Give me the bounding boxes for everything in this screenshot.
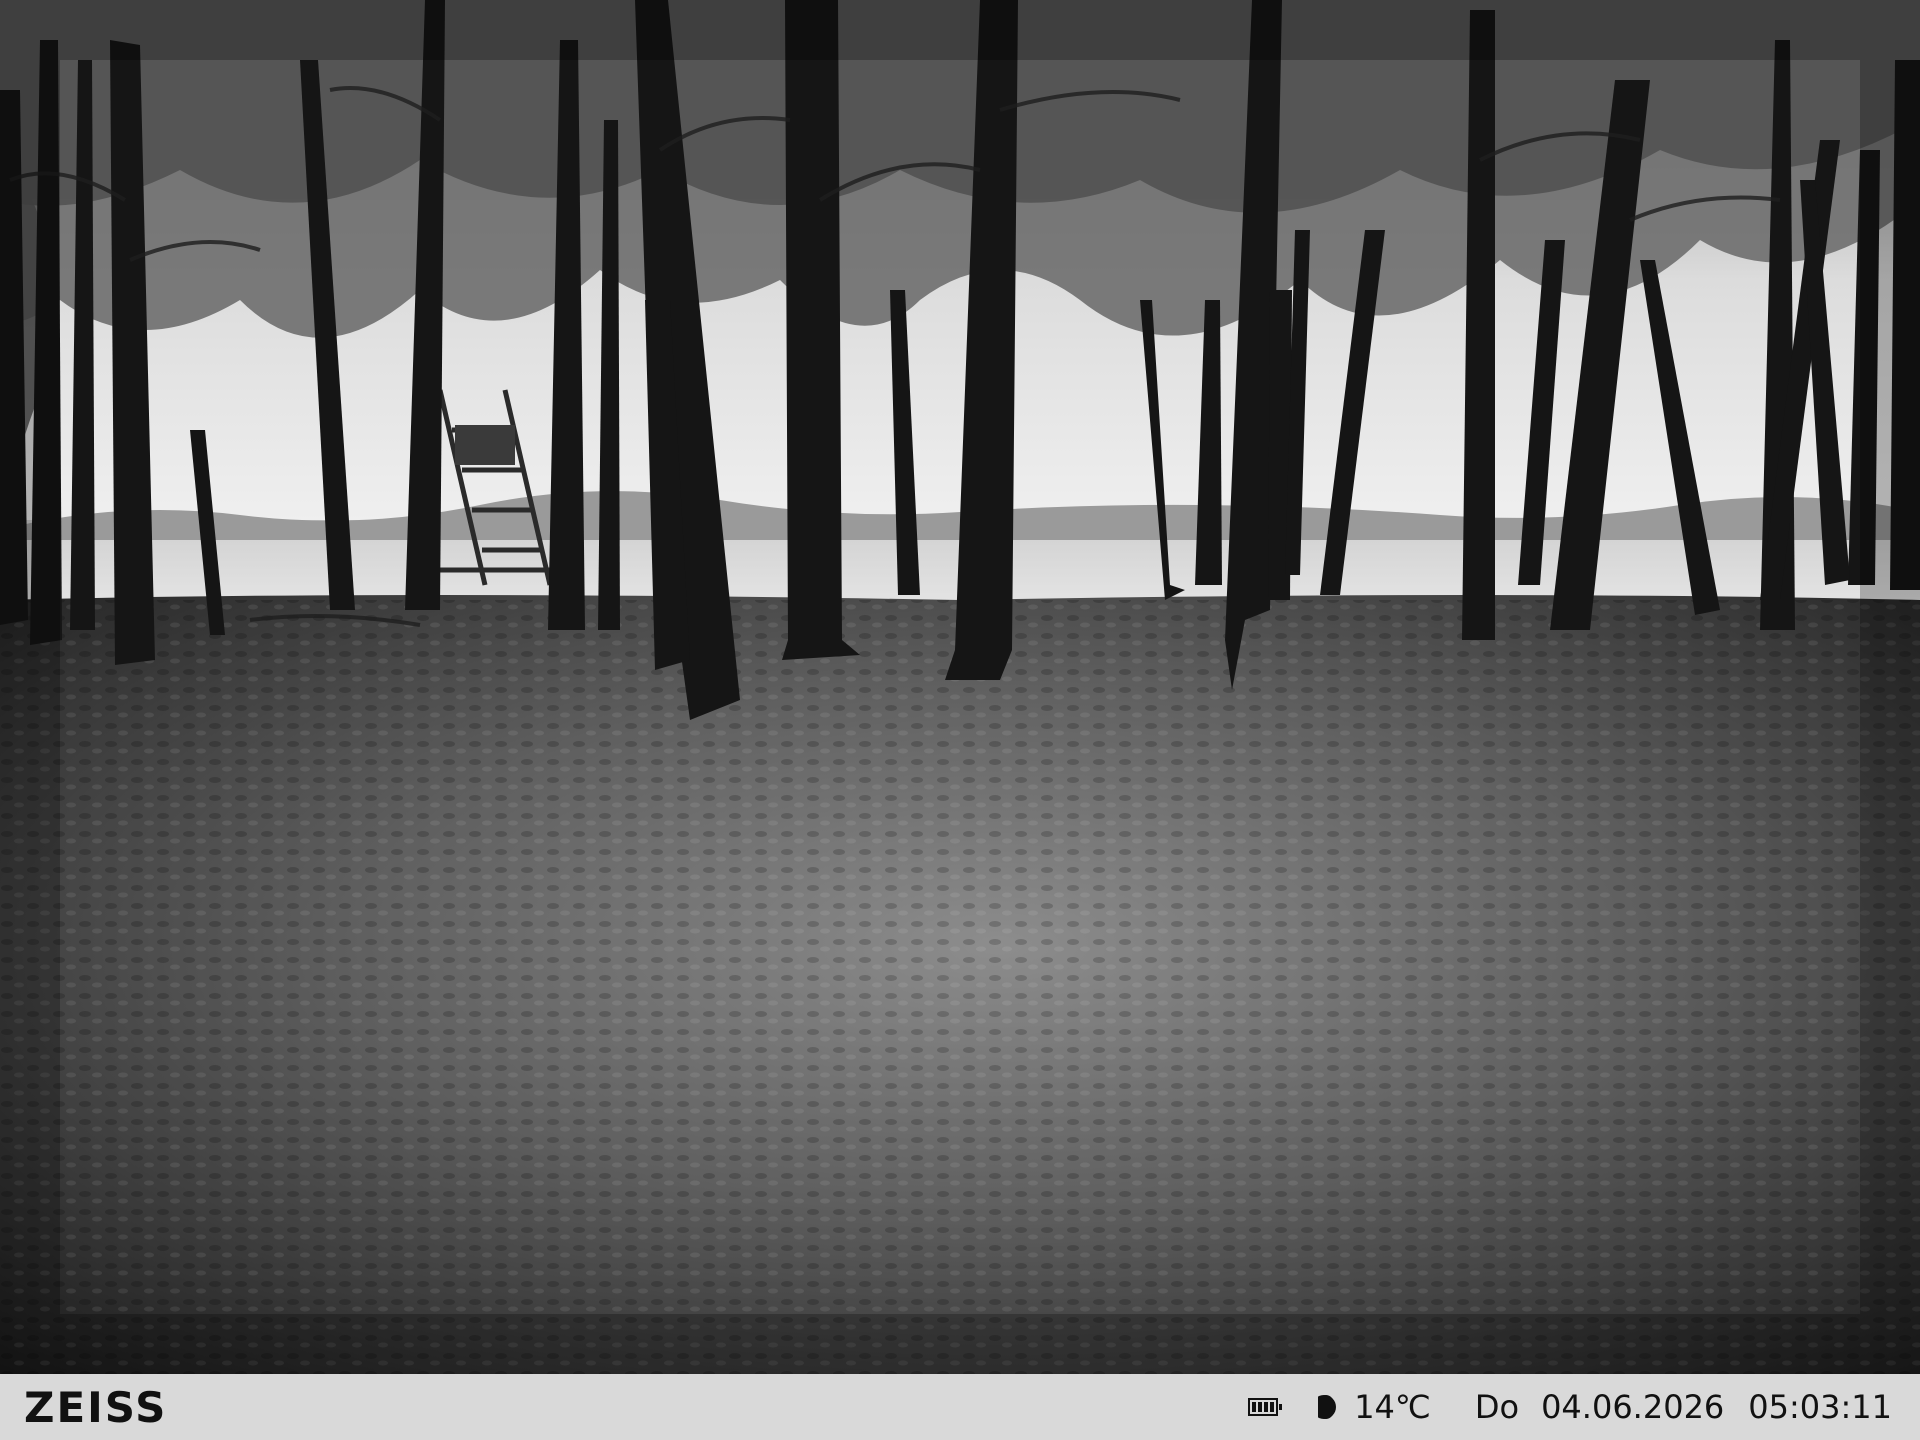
battery-full-icon <box>1248 1398 1283 1416</box>
status-readout: 14℃ Do 04.06.2026 05:03:11 <box>1248 1388 1892 1426</box>
trail-camera-frame: ZEISS 14℃ Do 04.06.2026 05:03:11 <box>0 0 1920 1440</box>
time-readout: 05:03:11 <box>1748 1388 1892 1426</box>
brand-logo: ZEISS <box>24 1382 168 1432</box>
temperature-readout: 14℃ <box>1354 1388 1431 1426</box>
forest-night-scene <box>0 0 1920 1374</box>
camera-info-bar: ZEISS 14℃ Do 04.06.2026 05:03:11 <box>0 1374 1920 1440</box>
moon-phase-icon <box>1318 1395 1337 1419</box>
date-readout: 04.06.2026 <box>1541 1388 1725 1426</box>
weekday-readout: Do <box>1474 1388 1520 1426</box>
